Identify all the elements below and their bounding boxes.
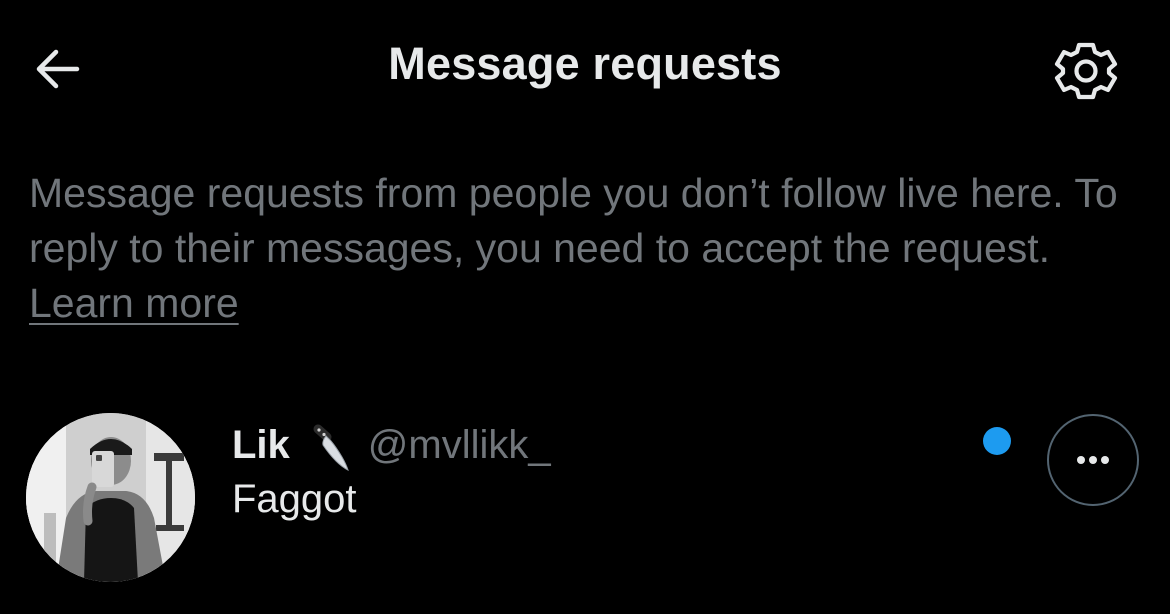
more-horizontal-icon: [1077, 456, 1109, 464]
header: Message requests: [0, 0, 1170, 134]
message-request-item[interactable]: Lik @mvllikk_ Faggot: [0, 400, 1170, 600]
gear-icon: [1054, 42, 1118, 100]
unread-indicator: [983, 427, 1011, 455]
display-name: Lik: [232, 422, 290, 467]
page-title: Message requests: [388, 38, 782, 89]
message-preview: Faggot: [232, 477, 357, 521]
settings-button[interactable]: [1052, 37, 1120, 105]
kitchen-knife-icon: [300, 419, 358, 477]
learn-more-link[interactable]: Learn more: [29, 280, 239, 326]
more-options-button[interactable]: [1047, 414, 1139, 506]
request-name-line: Lik @mvllikk_: [232, 420, 551, 471]
avatar-photo: [26, 413, 195, 582]
username-handle: @mvllikk_: [367, 422, 551, 467]
info-message: Message requests from people you don’t f…: [29, 166, 1139, 331]
info-text: Message requests from people you don’t f…: [29, 170, 1118, 271]
avatar[interactable]: [26, 413, 195, 582]
